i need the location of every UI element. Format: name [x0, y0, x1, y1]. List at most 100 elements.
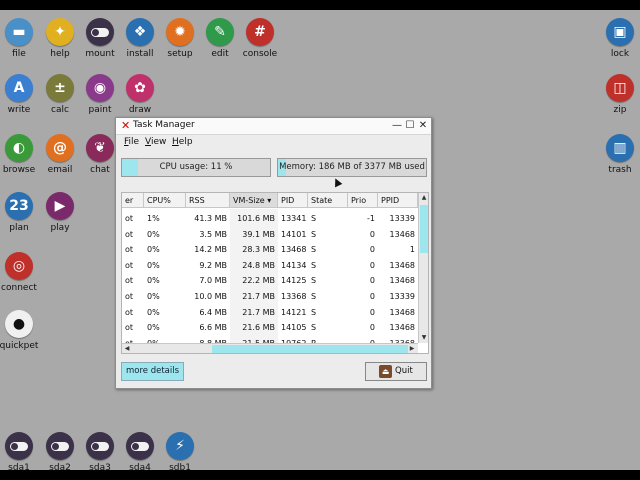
table-cell: 14121 [281, 307, 307, 317]
vertical-scroll-thumb[interactable] [420, 205, 428, 253]
table-cell: 13339 [389, 292, 415, 301]
icon-glyph: ● [12, 316, 26, 332]
menu-file[interactable]: File [124, 137, 139, 147]
column-header[interactable]: State [308, 193, 348, 208]
table-cell: 0 [369, 292, 375, 301]
table-cell: 13468 [389, 307, 415, 317]
table-cell: 0% [147, 245, 160, 255]
horizontal-scroll-thumb[interactable] [212, 345, 408, 353]
table-cell: 22.2 MB [242, 276, 275, 286]
table-cell: S [311, 276, 317, 286]
maximize-button[interactable]: ☐ [404, 119, 416, 132]
table-cell: S [311, 323, 317, 333]
desktop-icon-lock[interactable]: ▣ lock [592, 16, 640, 70]
table-cell: S [311, 229, 317, 239]
desktop-icon-quickpet[interactable]: ● quickpet [0, 308, 47, 362]
column-header[interactable]: RSS [186, 193, 230, 208]
table-cell: 0% [147, 229, 160, 239]
table-cell: 28.3 MB [242, 245, 275, 255]
icon-glyph: ❖ [133, 24, 147, 40]
toggle-knob-icon [91, 28, 109, 37]
table-cell: 14.2 MB [194, 245, 227, 255]
table-cell: 1% [147, 214, 160, 223]
table-cell: 13339 [389, 214, 415, 223]
table-cell: 21.7 MB [242, 307, 275, 317]
scroll-up-icon[interactable]: ▲ [419, 194, 428, 201]
menu-help[interactable]: Help [172, 137, 193, 147]
table-cell: 0 [369, 229, 375, 239]
table-cell: ot [125, 323, 134, 333]
task-manager-window: ✕ Task Manager — ☐ ✕ File View Help CPU us… [115, 117, 432, 389]
table-cell: 10.0 MB [194, 292, 227, 301]
desktop-icon-connect[interactable]: ◎ connect [0, 250, 47, 304]
cpu-usage-text: CPU usage: 11 % [159, 162, 233, 172]
icon-glyph: ✦ [54, 24, 66, 40]
more-details-button[interactable]: more details [121, 362, 184, 381]
table-cell: 6.4 MB [199, 307, 227, 317]
desktop-icon-label: quickpet [0, 341, 39, 351]
memory-usage-bar: Memory: 186 MB of 3377 MB used [277, 158, 427, 177]
icon-glyph: ❦ [94, 140, 106, 156]
desktop-icon-label: zip [613, 105, 627, 115]
toggle-knob-icon [91, 442, 109, 451]
quit-icon: ⏏ [379, 365, 392, 378]
icon-glyph: ◐ [12, 140, 26, 156]
desktop-icon-zip[interactable]: ◫ zip [592, 72, 640, 126]
desktop-icon-label: draw [128, 105, 152, 115]
process-table[interactable]: er CPU% RSS VM-Size ▾ PID State Prio PPID ot 1% 4… [121, 192, 429, 354]
icon-glyph: # [254, 24, 266, 40]
menu-bar: File View Help [116, 135, 431, 150]
column-header[interactable]: Prio [348, 193, 378, 208]
icon-glyph: ▣ [613, 24, 627, 40]
table-cell: ot [125, 260, 134, 270]
desktop-icon-play[interactable]: ▶ play [32, 190, 88, 244]
desktop-icon-sdb1[interactable]: ⚡ sdb1 [152, 430, 208, 470]
column-header[interactable]: er [122, 193, 144, 208]
vertical-scrollbar[interactable]: ▲ ▼ [418, 193, 428, 343]
column-header[interactable]: PID [278, 193, 308, 208]
table-cell: ot [125, 245, 134, 255]
table-cell: S [311, 245, 317, 255]
title-bar[interactable]: ✕ Task Manager — ☐ ✕ [116, 118, 431, 135]
menu-view[interactable]: View [145, 137, 166, 147]
table-cell: 0% [147, 307, 160, 317]
close-button[interactable]: ✕ [417, 119, 429, 132]
table-cell: 9.2 MB [199, 260, 227, 270]
table-cell: 39.1 MB [242, 229, 275, 239]
table-cell: 7.0 MB [199, 276, 227, 286]
icon-glyph: ✹ [174, 24, 186, 40]
quit-button[interactable]: ⏏ Quit [365, 362, 427, 381]
table-cell: 101.6 MB [237, 214, 275, 223]
icon-glyph: ▥ [613, 140, 627, 156]
column-header[interactable]: CPU% [144, 193, 186, 208]
table-cell: ot [125, 229, 134, 239]
table-cell: 24.8 MB [242, 260, 275, 270]
desktop-icon-console[interactable]: # console [232, 16, 288, 70]
table-cell: 13368 [281, 292, 307, 301]
menu-label: ile [128, 137, 140, 147]
icon-glyph: A [13, 80, 25, 96]
icon-glyph: 23 [9, 198, 29, 214]
table-cell: 13468 [281, 245, 307, 255]
table-cell: 0 [369, 323, 375, 333]
icon-glyph: ✿ [134, 80, 146, 96]
scroll-left-icon[interactable]: ◀ [122, 345, 132, 352]
column-header[interactable]: VM-Size ▾ [230, 193, 278, 208]
cpu-usage-bar: CPU usage: 11 % [121, 158, 271, 177]
table-cell: 13468 [389, 260, 415, 270]
toggle-knob-icon [131, 442, 149, 451]
scroll-down-icon[interactable]: ▼ [419, 334, 428, 341]
table-cell: ot [125, 307, 134, 317]
icon-glyph: ◫ [613, 80, 627, 96]
horizontal-scrollbar[interactable]: ◀ ▶ [122, 343, 418, 353]
table-cell: 0% [147, 292, 160, 301]
desktop-icon-label: play [50, 223, 70, 233]
minimize-button[interactable]: — [391, 119, 403, 132]
scroll-right-icon[interactable]: ▶ [407, 345, 417, 352]
column-header[interactable]: PPID [378, 193, 418, 208]
desktop-icon-trash[interactable]: ▥ trash [592, 132, 640, 186]
table-cell: S [311, 214, 317, 223]
table-cell: 0 [369, 276, 375, 286]
table-cell: 13468 [389, 229, 415, 239]
table-cell: 21.7 MB [242, 292, 275, 301]
